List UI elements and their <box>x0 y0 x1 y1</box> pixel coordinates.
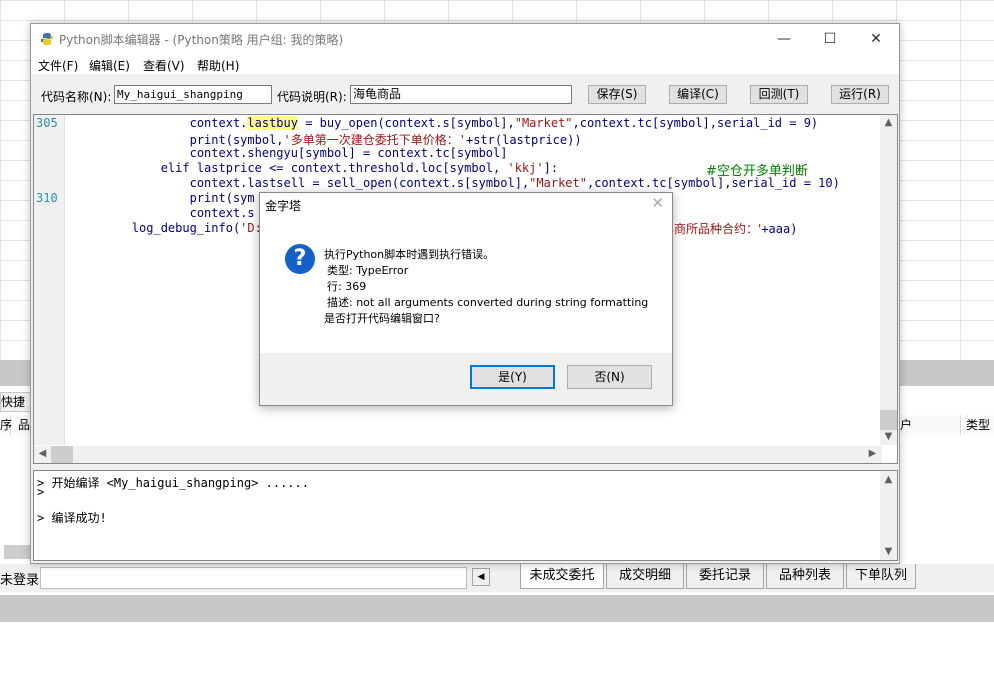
scroll-thumb[interactable] <box>51 446 73 463</box>
login-status: 未登录 <box>0 573 40 588</box>
maximize-button[interactable]: ☐ <box>807 24 853 54</box>
dialog-button-bar: 是(Y) 否(N) <box>260 353 672 405</box>
tab-pending-orders[interactable]: 未成交委托 <box>520 564 604 589</box>
python-logo-icon <box>40 33 54 45</box>
window-title: Python脚本编辑器 - (Python策略 用户组: 我的策略) <box>59 33 344 47</box>
bg-column-header[interactable]: 类型 <box>964 415 994 435</box>
scroll-down-arrow-icon[interactable]: ▼ <box>880 546 897 557</box>
code-desc-field[interactable]: 海龟商品 <box>350 85 572 104</box>
code-name-field[interactable]: My_haigui_shangping <box>114 85 272 104</box>
tab-scroll-left-button[interactable]: ◀ <box>472 568 490 586</box>
code-line: context.shengyu[symbol] = context.tc[sym… <box>74 146 508 160</box>
menu-edit[interactable]: 编辑(E) <box>89 57 130 74</box>
scroll-up-arrow-icon[interactable]: ▲ <box>880 474 897 485</box>
run-button[interactable]: 运行(R) <box>831 85 889 104</box>
code-toolbar: 代码名称(N): My_haigui_shangping 代码说明(R): 海龟… <box>31 74 899 114</box>
no-button[interactable]: 否(N) <box>567 365 652 389</box>
scroll-up-arrow-icon[interactable]: ▲ <box>880 117 897 128</box>
dialog-error-type: 类型: TypeError <box>327 264 409 277</box>
code-line: context.lastsell = sell_open(context.s[s… <box>74 176 840 190</box>
menu-bar: 文件(F) 编辑(E) 查看(V) 帮助(H) <box>31 54 899 74</box>
bg-scroll-thumb[interactable] <box>4 545 30 559</box>
code-line: log_debug_info('D:\ha <box>74 221 284 235</box>
line-number: 305 <box>36 116 58 130</box>
status-input[interactable] <box>40 567 467 589</box>
output-line: > <box>37 485 45 499</box>
dialog-error-description: 描述: not all arguments converted during s… <box>327 296 649 309</box>
output-vertical-scrollbar[interactable]: ▲ ▼ <box>880 471 897 560</box>
title-bar[interactable]: Python脚本编辑器 - (Python策略 用户组: 我的策略) — ☐ ✕ <box>31 24 899 54</box>
dialog-error-line: 行: 369 <box>327 280 367 293</box>
menu-view[interactable]: 查看(V) <box>143 57 185 74</box>
code-line-tail: 部商所品种合约：'+aaa) <box>662 222 798 236</box>
minimize-button[interactable]: — <box>761 24 807 54</box>
code-line: print(sym <box>74 191 255 205</box>
code-line: context.s <box>74 206 255 220</box>
scroll-down-arrow-icon[interactable]: ▼ <box>880 431 897 442</box>
error-dialog: 金字塔 ✕ ? 执行Python脚本时遇到执行错误。 类型: TypeError… <box>259 192 673 406</box>
quick-toolbar-label: 快捷 <box>1 395 26 409</box>
output-line: > 开始编译 <My_haigui_shangping> ...... <box>37 476 309 490</box>
dialog-close-icon[interactable]: ✕ <box>651 194 664 212</box>
editor-horizontal-scrollbar[interactable]: ◀ ▶ <box>34 446 882 463</box>
bg-column-header[interactable]: 序 <box>0 415 12 435</box>
code-line: context.lastbuy = buy_open(context.s[sym… <box>74 116 819 130</box>
code-line: elif lastprice <= context.threshold.loc[… <box>74 161 559 175</box>
bg-column-header[interactable]: 户 <box>898 415 961 435</box>
save-button[interactable]: 保存(S) <box>588 85 646 104</box>
compile-button[interactable]: 编译(C) <box>669 85 727 104</box>
dialog-message-heading: 执行Python脚本时遇到执行错误。 <box>324 248 495 261</box>
line-number: 310 <box>36 191 58 205</box>
code-desc-label: 代码说明(R): <box>277 90 347 104</box>
output-line: > 编译成功! <box>37 511 107 525</box>
close-button[interactable]: ✕ <box>853 24 899 54</box>
tab-order-queue[interactable]: 下单队列 <box>846 564 916 589</box>
menu-file[interactable]: 文件(F) <box>38 57 78 74</box>
scroll-thumb[interactable] <box>880 410 897 430</box>
tab-symbol-list[interactable]: 品种列表 <box>766 564 844 589</box>
editor-vertical-scrollbar[interactable]: ▲ ▼ <box>880 115 897 445</box>
line-number-gutter: 305 310 <box>34 115 65 445</box>
tab-order-records[interactable]: 委托记录 <box>686 564 764 589</box>
scroll-right-arrow-icon[interactable]: ▶ <box>864 448 881 459</box>
menu-help[interactable]: 帮助(H) <box>197 57 239 74</box>
scroll-left-arrow-icon[interactable]: ◀ <box>34 448 51 459</box>
compile-output-panel[interactable]: > 开始编译 <My_haigui_shangping> ...... > > … <box>33 470 898 561</box>
yes-button[interactable]: 是(Y) <box>470 365 555 389</box>
dialog-title: 金字塔 <box>265 199 302 213</box>
question-icon: ? <box>285 244 315 274</box>
tab-trade-details[interactable]: 成交明细 <box>606 564 684 589</box>
background-bottom-band <box>0 595 994 622</box>
backtest-button[interactable]: 回测(T) <box>750 85 808 104</box>
code-name-label: 代码名称(N): <box>41 90 112 104</box>
dialog-question: 是否打开代码编辑窗口? <box>324 312 440 325</box>
